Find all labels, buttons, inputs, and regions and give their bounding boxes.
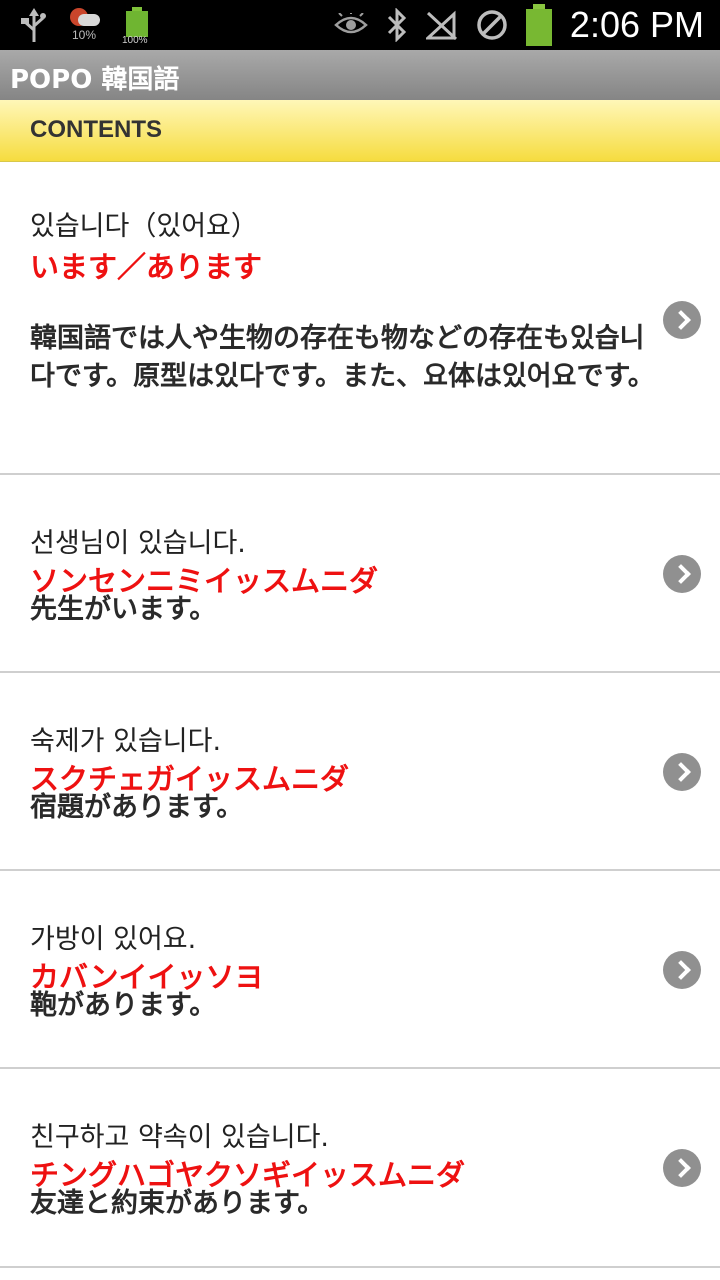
list-item[interactable]: 있습니다（있어요） います／あります 韓国語では人や生物の存在も物などの存在も있… bbox=[0, 162, 720, 475]
korean-phrase: 친구하고 약속이 있습니다. bbox=[30, 1122, 329, 1153]
katakana-reading: います／あります bbox=[30, 250, 263, 284]
status-time: 2:06 PM bbox=[569, 4, 704, 45]
chevron-right-icon bbox=[663, 753, 701, 791]
chevron-right-icon bbox=[663, 1149, 701, 1187]
chevron-right-icon bbox=[663, 555, 701, 593]
chevron-right-icon bbox=[663, 951, 701, 989]
list-item[interactable]: 선생님이 있습니다. ソンセンニミイッスムニダ 先生がいます。 bbox=[0, 475, 720, 673]
korean-phrase: 선생님이 있습니다. bbox=[30, 528, 246, 559]
bluetooth-icon bbox=[387, 8, 407, 42]
chevron-right-icon bbox=[663, 301, 701, 339]
korean-phrase: 가방이 있어요. bbox=[30, 924, 197, 955]
list-item[interactable]: 친구하고 약속이 있습니다. チングハゴヤクソギイッスムニダ 友達と約束がありま… bbox=[0, 1069, 720, 1268]
weather-icon: 10% bbox=[68, 6, 104, 46]
battery-widget-icon: 100% bbox=[122, 7, 150, 46]
status-bar-notifications: 10% 100% bbox=[20, 6, 150, 46]
korean-phrase: 있습니다（있어요） bbox=[30, 211, 258, 242]
japanese-meaning: 韓国語では人や生物の存在も物などの存在も있습니다です。原型は있다です。また、요体… bbox=[30, 323, 655, 392]
app-title-bar: POPO 韓国語 bbox=[0, 50, 720, 100]
phrase-list: 있습니다（있어요） います／あります 韓国語では人や生物の存在も物などの存在も있… bbox=[0, 162, 720, 1268]
list-item[interactable]: 가방이 있어요. カバンイイッソヨ 鞄があります。 bbox=[0, 871, 720, 1069]
usb-icon bbox=[21, 8, 46, 42]
japanese-meaning: 先生がいます。 bbox=[30, 594, 217, 625]
list-item[interactable]: 숙제가 있습니다. スクチェガイッスムニダ 宿題があります。 bbox=[0, 673, 720, 871]
signal-muted-icon bbox=[425, 10, 457, 40]
battery-icon bbox=[525, 4, 552, 46]
japanese-meaning: 鞄があります。 bbox=[30, 990, 217, 1021]
app-title: POPO 韓国語 bbox=[10, 65, 180, 95]
battery-widget-label: 100% bbox=[122, 35, 148, 46]
status-bar: 10% 100% 2:06 PM bbox=[0, 0, 720, 50]
no-sim-icon bbox=[477, 10, 507, 40]
japanese-meaning: 友達と約束があります。 bbox=[30, 1188, 325, 1219]
status-bar-system: 2:06 PM bbox=[334, 0, 704, 50]
eye-icon bbox=[334, 13, 368, 34]
japanese-meaning: 宿題があります。 bbox=[30, 792, 244, 823]
korean-phrase: 숙제가 있습니다. bbox=[30, 726, 222, 757]
section-title: CONTENTS bbox=[30, 116, 162, 143]
weather-percent: 10% bbox=[72, 28, 97, 42]
section-header: CONTENTS bbox=[0, 100, 720, 162]
